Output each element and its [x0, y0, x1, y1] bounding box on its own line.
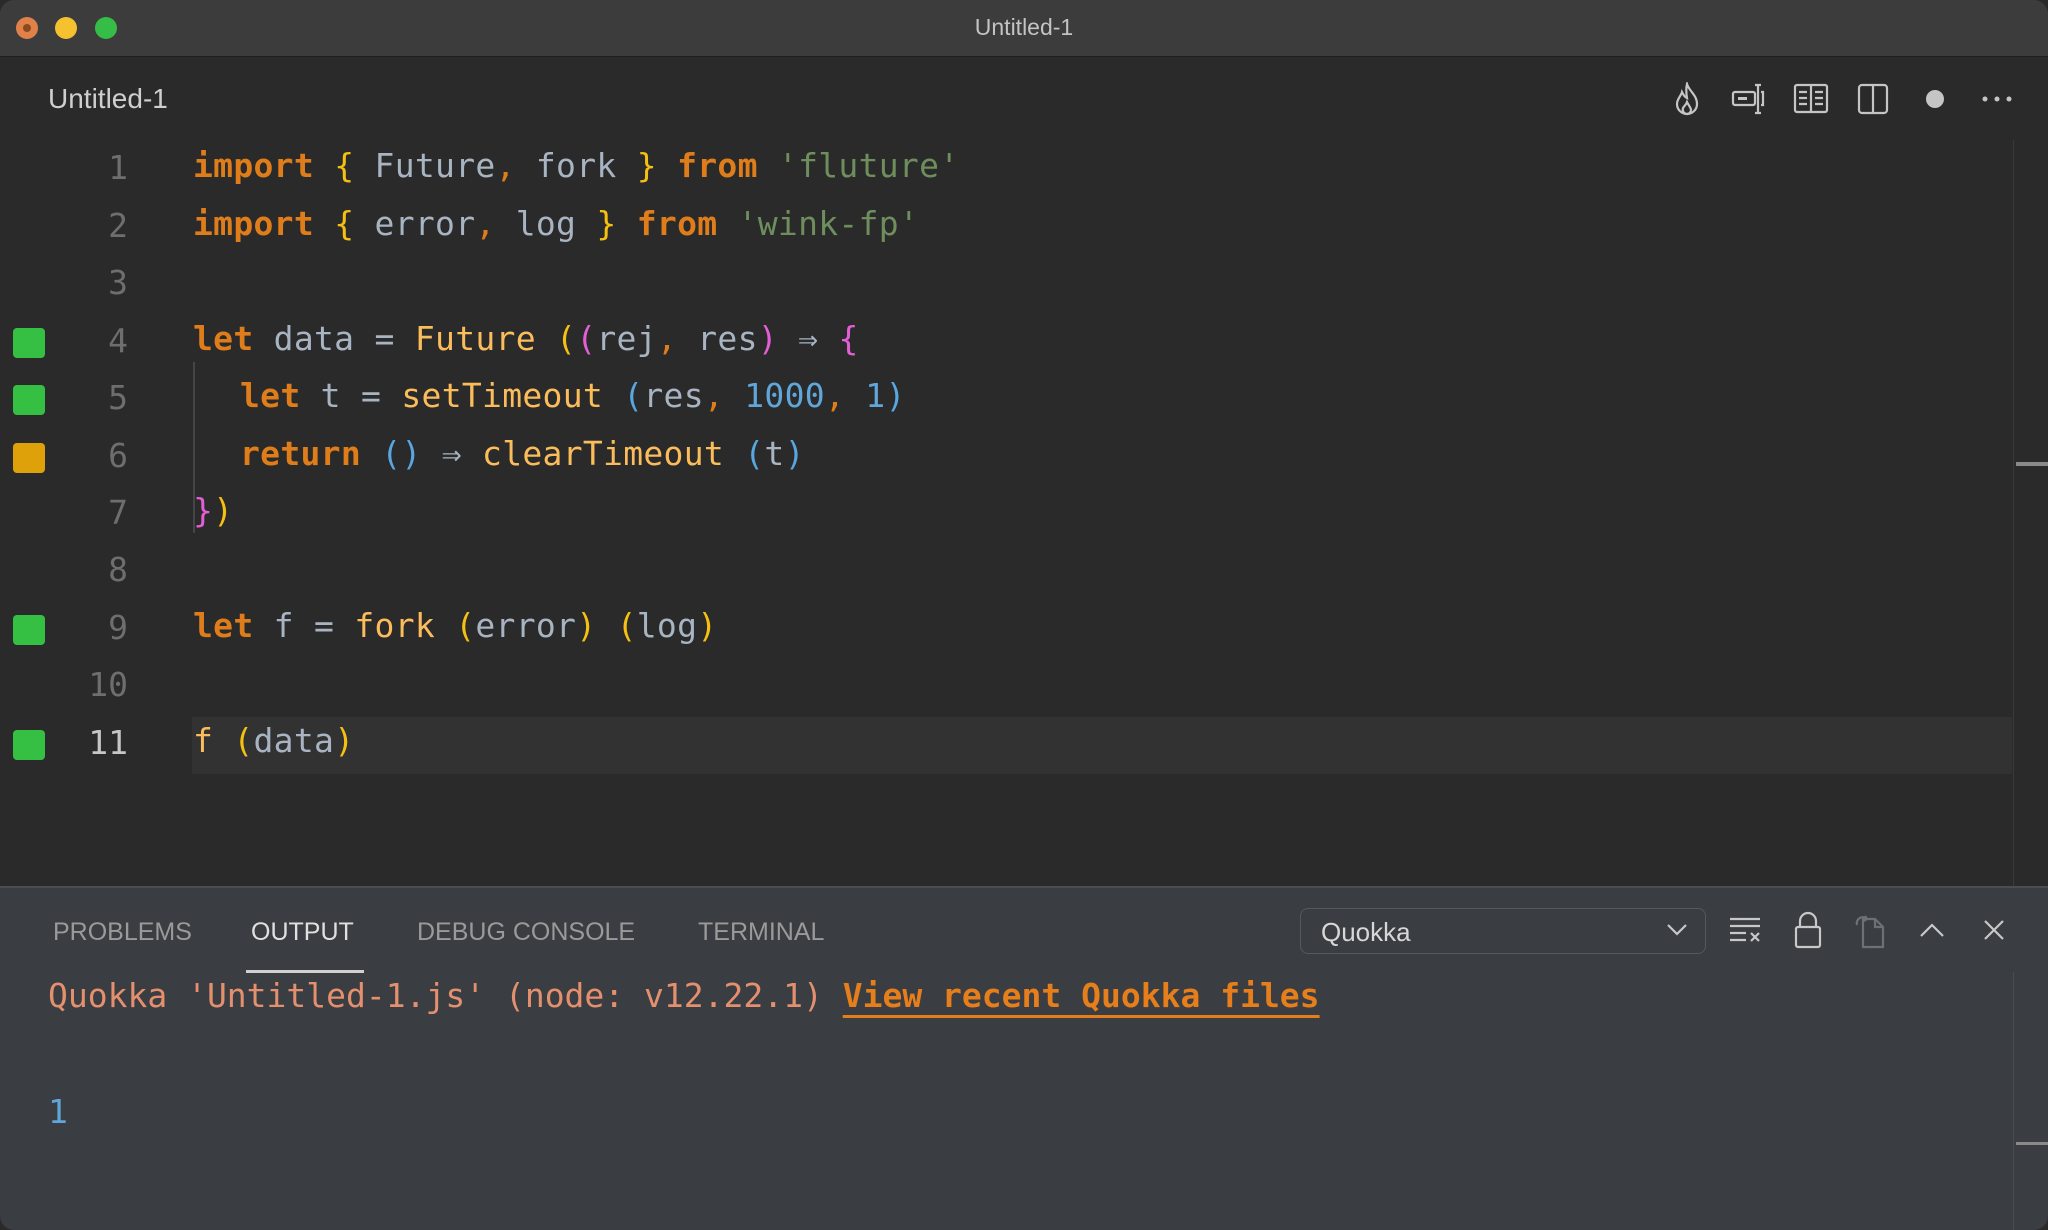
code-line: 6 return () ⇒ clearTimeout (t) [0, 430, 2012, 487]
editor-actions [1656, 77, 2028, 121]
maximize-panel-icon[interactable] [1901, 910, 1963, 950]
tab-terminal[interactable]: TERMINAL [698, 918, 824, 947]
panel-scrollbar[interactable] [2013, 972, 2048, 1230]
code-line: 5 let t = setTimeout (res, 1000, 1) [0, 372, 2012, 429]
editor-scrollbar-thumb[interactable] [2016, 462, 2048, 466]
code-text: import { Future, fork } from 'fluture' [193, 146, 960, 185]
code-line: 8 [0, 544, 2012, 601]
chevron-down-icon [1665, 917, 1689, 948]
editor-scrollbar[interactable] [2013, 140, 2048, 886]
open-log-file-icon[interactable] [1839, 910, 1901, 950]
indent-guide [193, 362, 195, 533]
line-number: 5 [108, 378, 128, 417]
clear-output-icon[interactable] [1715, 910, 1777, 950]
split-editor-icon[interactable] [1842, 77, 1904, 121]
output-channel-select[interactable]: Quokka [1300, 908, 1706, 954]
panel-scrollbar-thumb[interactable] [2016, 1142, 2048, 1145]
code-line: 4 let data = Future ((rej, res) ⇒ { [0, 315, 2012, 372]
quokka-run-info: Quokka 'Untitled-1.js' (node: v12.22.1) [48, 976, 843, 1015]
code-line: 1 import { Future, fork } from 'fluture' [0, 142, 2012, 199]
coverage-marker-covered [13, 615, 45, 645]
code-line: 9 let f = fork (error) (log) [0, 602, 2012, 659]
panel-tabs: PROBLEMS OUTPUT DEBUG CONSOLE TERMINAL [0, 888, 1280, 973]
coverage-marker-covered [13, 328, 45, 358]
line-number: 10 [88, 665, 128, 704]
window-title: Untitled-1 [974, 14, 1074, 40]
quokka-flame-icon[interactable] [1656, 77, 1718, 121]
tab-debug-console[interactable]: DEBUG CONSOLE [417, 918, 635, 947]
line-number: 3 [108, 263, 128, 302]
vscode-window: Untitled-1 Untitled-1 1 import {Future,… [0, 0, 2048, 1230]
inline-rename-icon[interactable] [1718, 77, 1780, 121]
unsaved-dot-icon[interactable] [1904, 77, 1966, 121]
code-line: 2 import { error, log } from 'wink-fp' [0, 200, 2012, 257]
coverage-marker-partial [13, 443, 45, 473]
code-text: let t = setTimeout (res, 1000, 1) [240, 376, 906, 415]
line-number: 2 [108, 206, 128, 245]
code-text: f (data) [193, 721, 355, 760]
output-channel-value: Quokka [1321, 917, 1411, 947]
close-panel-icon[interactable] [1963, 910, 2025, 950]
output-value: 1 [48, 1092, 68, 1131]
code-editor[interactable]: 1 import { Future, fork } from 'fluture'… [0, 140, 2012, 886]
tab-output[interactable]: OUTPUT [251, 918, 354, 947]
coverage-marker-covered [13, 385, 45, 415]
bottom-panel: PROBLEMS OUTPUT DEBUG CONSOLE TERMINAL Q… [0, 886, 2048, 1230]
coverage-marker-covered [13, 730, 45, 760]
code-text: }) [193, 491, 234, 530]
editor-tab-title[interactable]: Untitled-1 [48, 83, 168, 115]
line-number: 11 [88, 723, 128, 762]
view-recent-quokka-files-link[interactable]: View recent Quokka files [843, 976, 1320, 1015]
code-text: return () ⇒ clearTimeout (t) [240, 434, 805, 473]
code-line: 10 [0, 659, 2012, 716]
line-number: 1 [108, 148, 128, 187]
output-log-line: Quokka 'Untitled-1.js' (node: v12.22.1) … [48, 976, 1320, 1015]
code-line: 7 }) [0, 487, 2012, 544]
code-text: let data = Future ((rej, res) ⇒ { [193, 319, 859, 358]
tab-problems[interactable]: PROBLEMS [53, 918, 192, 947]
line-number: 6 [108, 436, 128, 475]
code-line: 11 f (data) [0, 717, 2012, 774]
panel-toolbar [1715, 910, 2025, 950]
lock-scroll-icon[interactable] [1777, 910, 1839, 950]
more-actions-icon[interactable] [1966, 77, 2028, 121]
active-tab-indicator [246, 970, 364, 973]
title-bar: Untitled-1 [0, 0, 2048, 57]
line-number: 7 [108, 493, 128, 532]
code-line: 3 [0, 257, 2012, 314]
editor-tab-row: Untitled-1 [0, 57, 2048, 140]
line-number: 8 [108, 550, 128, 589]
line-number: 9 [108, 608, 128, 647]
code-text: import { error, log } from 'wink-fp' [193, 204, 920, 243]
open-preview-icon[interactable] [1780, 77, 1842, 121]
line-number: 4 [108, 321, 128, 360]
code-text: let f = fork (error) (log) [193, 606, 718, 645]
